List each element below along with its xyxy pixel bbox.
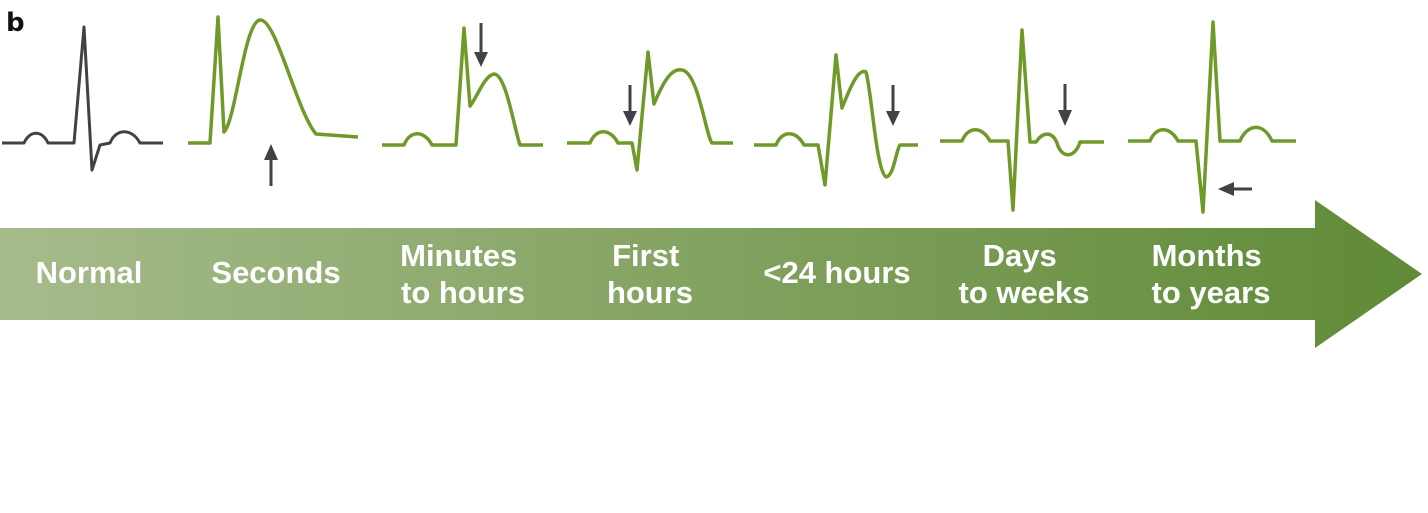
ecg-trace-months-to-years — [1128, 20, 1296, 214]
panel-letter: b — [6, 8, 25, 38]
down-arrow-icon — [474, 23, 488, 67]
ecg-trace-normal — [2, 25, 163, 172]
ecg-trace-seconds — [188, 15, 359, 186]
ecg-evolution-figure: b Normal Seconds Minutes to hours First … — [0, 0, 1428, 508]
up-arrow-icon — [264, 144, 278, 186]
ecg-trace-first-hours — [567, 50, 733, 172]
down-arrow-icon — [1058, 84, 1072, 126]
down-arrow-icon — [886, 85, 900, 126]
stage-label-seconds: Seconds — [211, 255, 340, 290]
down-arrow-icon — [623, 85, 637, 126]
ecg-trace-lt24-hours — [754, 53, 918, 187]
figure-canvas: Normal Seconds Minutes to hours First ho… — [0, 15, 1422, 348]
left-arrow-icon — [1218, 182, 1252, 196]
stage-label-lt24-hours: <24 hours — [763, 255, 910, 290]
stage-label-normal: Normal — [36, 255, 143, 290]
ecg-trace-days-to-weeks — [940, 28, 1104, 212]
ecg-trace-minutes — [382, 23, 543, 147]
